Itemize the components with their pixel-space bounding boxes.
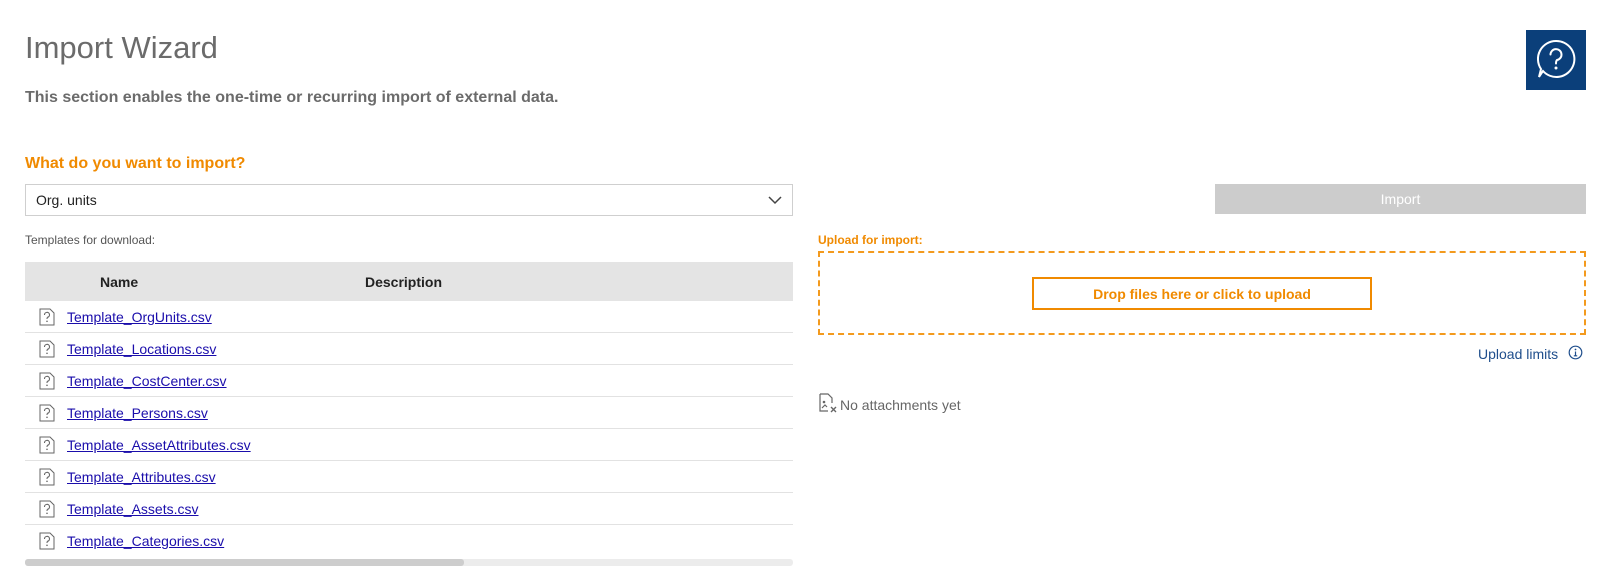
upload-label: Upload for import:: [818, 233, 923, 247]
no-attachments-text: No attachments yet: [840, 396, 961, 413]
info-icon[interactable]: [1568, 345, 1583, 363]
template-link[interactable]: Template_AssetAttributes.csv: [67, 437, 251, 453]
horizontal-scrollbar[interactable]: [25, 559, 793, 566]
file-unknown-icon: [39, 308, 55, 325]
help-chat-icon: [1535, 38, 1577, 83]
file-unknown-icon: [39, 404, 55, 421]
no-attachment-icon: [818, 393, 840, 416]
upload-limits-link[interactable]: Upload limits: [1478, 345, 1583, 363]
file-unknown-icon: [39, 340, 55, 357]
table-row: Template_Categories.csv: [25, 525, 793, 557]
table-body: Template_OrgUnits.csv Template_Locations…: [25, 301, 793, 557]
page-title: Import Wizard: [25, 30, 218, 65]
file-unknown-icon: [39, 500, 55, 517]
table-row: Template_OrgUnits.csv: [25, 301, 793, 333]
page-subtitle: This section enables the one-time or rec…: [25, 89, 559, 106]
column-header-name[interactable]: Name: [25, 274, 365, 290]
table-row: Template_Locations.csv: [25, 333, 793, 365]
table-row: Template_Persons.csv: [25, 397, 793, 429]
template-link[interactable]: Template_OrgUnits.csv: [67, 309, 212, 325]
chevron-down-icon: [768, 192, 782, 208]
table-row: Template_AssetAttributes.csv: [25, 429, 793, 461]
template-link[interactable]: Template_Attributes.csv: [67, 469, 216, 485]
templates-label: Templates for download:: [25, 233, 156, 247]
import-button[interactable]: Import: [1215, 184, 1586, 214]
file-unknown-icon: [39, 372, 55, 389]
drop-files-button[interactable]: Drop files here or click to upload: [1032, 277, 1372, 310]
template-link[interactable]: Template_Assets.csv: [67, 501, 199, 517]
file-unknown-icon: [39, 468, 55, 485]
help-button[interactable]: [1526, 30, 1586, 90]
table-row: Template_CostCenter.csv: [25, 365, 793, 397]
template-link[interactable]: Template_Locations.csv: [67, 341, 216, 357]
table-row: Template_Attributes.csv: [25, 461, 793, 493]
table-header: Name Description: [25, 262, 793, 301]
template-link[interactable]: Template_CostCenter.csv: [67, 373, 227, 389]
import-type-select[interactable]: Org. units: [25, 184, 793, 216]
template-link[interactable]: Template_Categories.csv: [67, 533, 224, 549]
no-attachments-message: No attachments yet: [818, 393, 961, 416]
templates-table: Name Description Template_OrgUnits.csv T…: [25, 262, 793, 566]
upload-limits-label: Upload limits: [1478, 346, 1559, 362]
scrollbar-thumb[interactable]: [25, 559, 464, 566]
template-link[interactable]: Template_Persons.csv: [67, 405, 208, 421]
import-wizard-page: Import Wizard This section enables the o…: [0, 0, 1605, 588]
import-question-label: What do you want to import?: [25, 155, 246, 172]
column-header-description[interactable]: Description: [365, 274, 442, 290]
file-unknown-icon: [39, 532, 55, 550]
file-unknown-icon: [39, 436, 55, 453]
import-type-value: Org. units: [36, 192, 97, 208]
table-row: Template_Assets.csv: [25, 493, 793, 525]
